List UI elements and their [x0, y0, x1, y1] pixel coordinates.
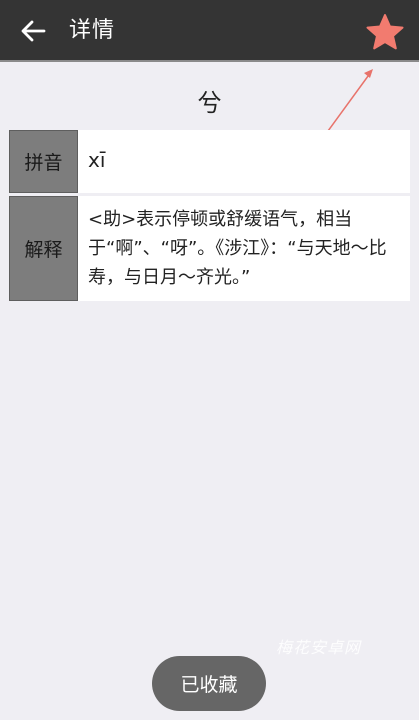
detail-table: 拼音 xī 解释 <助>表示停顿或舒缓语气，相当于“啊”、“呀”。《涉江》：“与… [9, 130, 410, 304]
pinyin-value: xī [78, 130, 410, 193]
pinyin-row: 拼音 xī [9, 130, 410, 193]
favorite-button[interactable] [363, 10, 407, 54]
back-button[interactable] [16, 14, 50, 48]
character-heading: 兮 [197, 89, 222, 117]
favorited-toast: 已收藏 [152, 656, 266, 711]
meaning-label: 解释 [9, 196, 78, 301]
meaning-row: 解释 <助>表示停顿或舒缓语气，相当于“啊”、“呀”。《涉江》：“与天地～比寿，… [9, 196, 410, 301]
watermark: 梅花安卓网 [276, 638, 362, 657]
arrow-left-icon [21, 20, 46, 42]
page-title: 详情 [69, 18, 116, 43]
pinyin-label: 拼音 [9, 130, 78, 193]
star-icon [366, 14, 404, 50]
meaning-value: <助>表示停顿或舒缓语气，相当于“啊”、“呀”。《涉江》：“与天地～比寿，与日月… [78, 196, 410, 301]
app-bar: 详情 [0, 0, 419, 62]
